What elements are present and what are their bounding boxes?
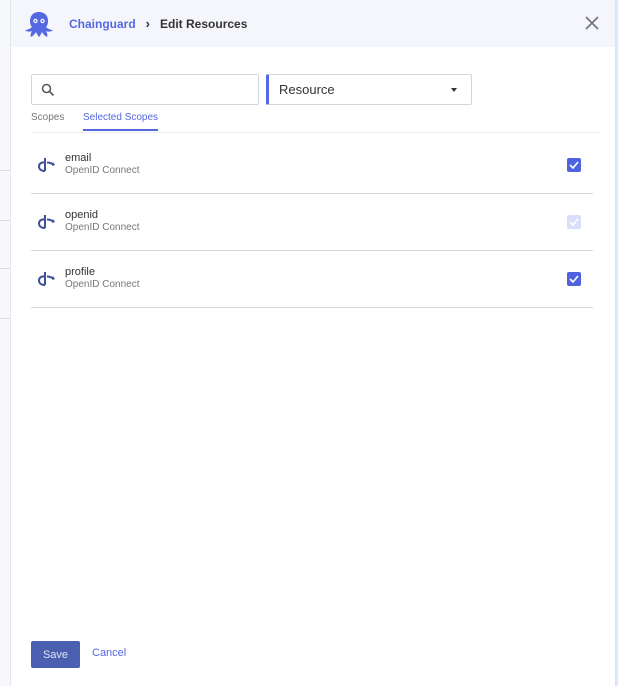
openid-icon <box>38 158 55 172</box>
scope-type: OpenID Connect <box>65 279 140 290</box>
page-title: Edit Resources <box>160 16 248 31</box>
check-icon <box>569 161 579 169</box>
scope-name: email <box>65 152 92 164</box>
scope-list: email OpenID Connect openid OpenID Conne… <box>31 137 593 308</box>
search-icon <box>41 83 55 97</box>
resource-select[interactable]: Resource <box>266 74 472 105</box>
chainguard-logo-icon <box>25 11 53 37</box>
edit-resources-panel: Chainguard › Edit Resources Resource Sco… <box>10 0 617 686</box>
check-icon <box>569 218 579 226</box>
tab-scopes[interactable]: Scopes <box>31 112 64 129</box>
breadcrumb-chevron-icon: › <box>145 16 151 31</box>
resource-select-value: Resource <box>279 82 335 97</box>
caret-down-icon <box>451 88 457 92</box>
divider <box>0 318 10 319</box>
panel-header: Chainguard › Edit Resources <box>11 0 615 47</box>
save-button[interactable]: Save <box>31 641 80 668</box>
scope-tabs: Scopes Selected Scopes <box>31 112 601 133</box>
background-page <box>0 0 10 686</box>
search-input[interactable] <box>31 74 259 105</box>
scope-name: openid <box>65 209 99 221</box>
breadcrumb-chainguard[interactable]: Chainguard <box>69 17 136 31</box>
openid-icon <box>38 215 55 229</box>
check-icon <box>569 275 579 283</box>
openid-icon <box>38 272 55 286</box>
divider <box>0 170 10 171</box>
cancel-link[interactable]: Cancel <box>92 647 126 659</box>
scope-type: OpenID Connect <box>65 165 140 176</box>
scope-name: profile <box>65 266 95 278</box>
list-item: openid OpenID Connect <box>31 194 593 251</box>
list-item: profile OpenID Connect <box>31 251 593 308</box>
close-icon[interactable] <box>583 14 601 32</box>
scope-checkbox[interactable] <box>567 272 581 286</box>
tab-selected-scopes[interactable]: Selected Scopes <box>83 112 159 131</box>
divider <box>0 220 10 221</box>
divider <box>0 268 10 269</box>
scope-checkbox[interactable] <box>567 158 581 172</box>
scope-checkbox-disabled <box>567 215 581 229</box>
scope-type: OpenID Connect <box>65 222 140 233</box>
list-item: email OpenID Connect <box>31 137 593 194</box>
